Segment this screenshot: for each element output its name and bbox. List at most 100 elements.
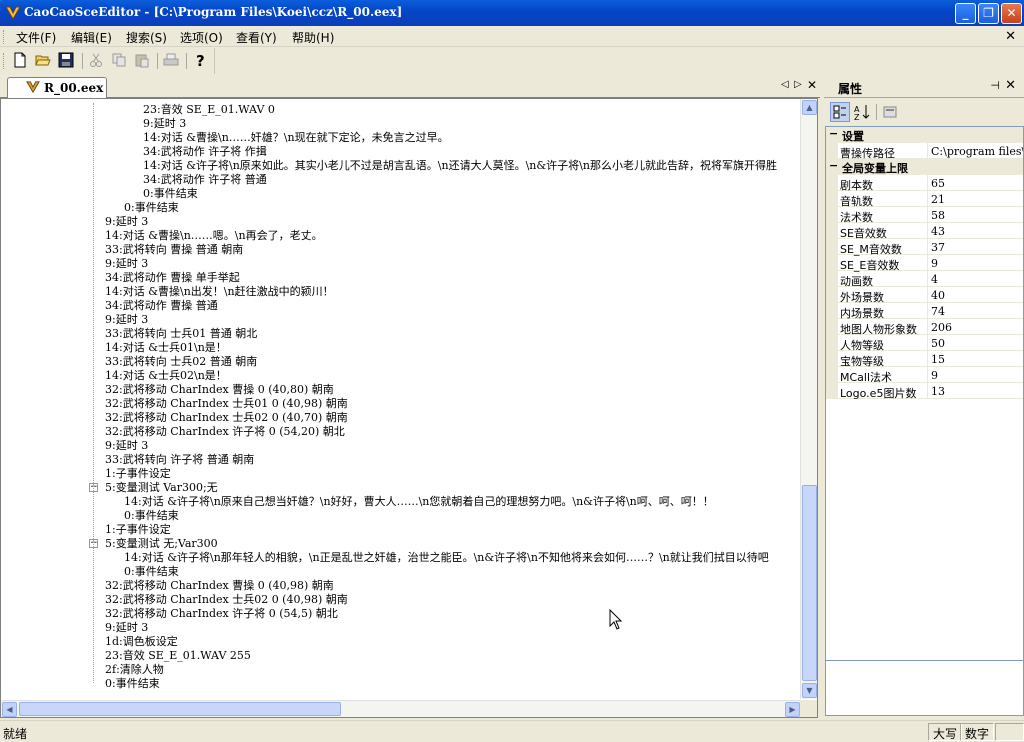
- copy-icon[interactable]: [111, 52, 129, 70]
- horizontal-scroll-thumb[interactable]: [19, 702, 341, 716]
- menu-search[interactable]: 搜索(S): [126, 29, 167, 46]
- tab-close-icon[interactable]: ✕: [807, 78, 817, 92]
- script-tree[interactable]: 23:音效 SE_E_01.WAV 0 9:延时 3 14:对话 &曹操\n……奸雄…: [1, 99, 801, 699]
- script-line[interactable]: 9:延时 3: [105, 621, 148, 635]
- property-row[interactable]: 法术数 58: [826, 207, 1023, 224]
- app-icon[interactable]: [5, 5, 21, 21]
- script-line[interactable]: 32:武将移动 CharIndex 曹操 0 (40,98) 朝南: [105, 579, 334, 593]
- tab-scroll-left-icon[interactable]: ◁: [781, 79, 789, 90]
- scroll-down-icon[interactable]: ▼: [802, 683, 817, 698]
- maximize-button[interactable]: ❐: [978, 3, 999, 24]
- menu-options[interactable]: 选项(O): [180, 29, 223, 46]
- open-folder-icon[interactable]: [35, 52, 53, 70]
- property-section[interactable]: − 设置: [826, 127, 1023, 143]
- script-line[interactable]: 14:对话 &许子将\n原来自己想当奸雄？\n好好，曹大人……\n您就朝着自己的…: [124, 495, 714, 509]
- property-value[interactable]: 65: [927, 175, 1023, 191]
- property-row[interactable]: SE_M音效数 37: [826, 239, 1023, 256]
- property-value[interactable]: 74: [927, 303, 1023, 319]
- property-value[interactable]: 40: [927, 287, 1023, 303]
- script-editor[interactable]: 23:音效 SE_E_01.WAV 0 9:延时 3 14:对话 &曹操\n……奸雄…: [0, 98, 818, 718]
- script-line[interactable]: 1:子事件设定: [105, 467, 171, 481]
- property-value[interactable]: 21: [927, 191, 1023, 207]
- properties-close-icon[interactable]: ✕: [1005, 78, 1016, 93]
- script-line[interactable]: 9:延时 3: [105, 215, 148, 229]
- script-line[interactable]: 1d:调色板设定: [105, 635, 178, 649]
- property-value[interactable]: 43: [927, 223, 1023, 239]
- script-line[interactable]: 32:武将移动 CharIndex 许子将 0 (54,20) 朝北: [105, 425, 345, 439]
- property-value[interactable]: 58: [927, 207, 1023, 223]
- script-line[interactable]: 14:对话 &许子将\n原来如此。其实小老儿不过是胡言乱语。\n还请大人莫怪。\…: [143, 159, 777, 173]
- script-line[interactable]: 34:武将动作 许子将 普通: [143, 173, 267, 187]
- property-row[interactable]: Logo.e5图片数 13: [826, 383, 1023, 400]
- script-line[interactable]: 32:武将移动 CharIndex 士兵01 0 (40,98) 朝南: [105, 397, 348, 411]
- new-file-icon[interactable]: [12, 52, 30, 70]
- property-row[interactable]: SE音效数 43: [826, 223, 1023, 240]
- scroll-up-icon[interactable]: ▲: [802, 100, 817, 115]
- script-line[interactable]: 32:武将移动 CharIndex 许子将 0 (54,5) 朝北: [105, 607, 338, 621]
- menu-view[interactable]: 查看(Y): [236, 29, 277, 46]
- property-row[interactable]: 宝物等级 15: [826, 351, 1023, 368]
- property-value[interactable]: 37: [927, 239, 1023, 255]
- script-line[interactable]: 33:武将转向 士兵01 普通 朝北: [105, 327, 257, 341]
- script-line[interactable]: 0:事件结束: [124, 565, 179, 579]
- script-line[interactable]: 14:对话 &士兵01\n是！: [105, 341, 227, 355]
- script-line[interactable]: 9:延时 3: [105, 257, 148, 271]
- property-row[interactable]: MCall法术 9: [826, 367, 1023, 384]
- script-line[interactable]: 0:事件结束: [105, 677, 160, 691]
- collapse-icon[interactable]: −: [829, 159, 838, 172]
- property-value[interactable]: 206: [927, 319, 1023, 335]
- script-line[interactable]: 34:武将动作 曹操 普通: [105, 299, 218, 313]
- paste-icon[interactable]: [134, 52, 152, 70]
- property-row[interactable]: 音轨数 21: [826, 191, 1023, 208]
- property-value[interactable]: 50: [927, 335, 1023, 351]
- script-line[interactable]: 32:武将移动 CharIndex 士兵02 0 (40,70) 朝南: [105, 411, 348, 425]
- collapse-icon[interactable]: −: [829, 127, 838, 140]
- script-line[interactable]: 14:对话 &许子将\n那年轻人的相貌，\n正是乱世之奸雄，治世之能臣。\n&许…: [124, 551, 769, 565]
- script-line[interactable]: 23:音效 SE_E_01.WAV 255: [105, 649, 251, 663]
- script-line[interactable]: 5:变量测试 无;Var300: [105, 537, 218, 551]
- save-icon[interactable]: [58, 52, 76, 70]
- script-line[interactable]: 14:对话 &曹操\n出发！\n赶往激战中的颍川！: [105, 285, 334, 299]
- menu-grip[interactable]: [3, 30, 6, 44]
- script-line[interactable]: 9:延时 3: [143, 117, 186, 131]
- script-line[interactable]: 0:事件结束: [143, 187, 198, 201]
- pin-icon[interactable]: ⊣: [990, 79, 1000, 92]
- script-line[interactable]: 0:事件结束: [124, 201, 179, 215]
- script-line[interactable]: 34:武将动作 许子将 作揖: [143, 145, 267, 159]
- script-line[interactable]: 14:对话 &曹操\n……嗯。\n再会了，老丈。: [105, 229, 323, 243]
- script-line[interactable]: 23:音效 SE_E_01.WAV 0: [143, 103, 275, 117]
- menu-file[interactable]: 文件(F): [16, 29, 56, 46]
- script-line[interactable]: 0:事件结束: [124, 509, 179, 523]
- script-line[interactable]: 14:对话 &士兵02\n是！: [105, 369, 227, 383]
- property-row[interactable]: 地图人物形象数 206: [826, 319, 1023, 336]
- alphabetical-icon[interactable]: AZ: [852, 102, 872, 122]
- script-line[interactable]: 1:子事件设定: [105, 523, 171, 537]
- help-icon[interactable]: ?: [192, 52, 210, 70]
- property-row[interactable]: 内场景数 74: [826, 303, 1023, 320]
- property-row[interactable]: 曹操传路径C:\program files\koei\ccz: [826, 143, 1023, 160]
- menu-edit[interactable]: 编辑(E): [71, 29, 112, 46]
- property-row[interactable]: 动画数 4: [826, 271, 1023, 288]
- script-line[interactable]: 2f:清除人物: [105, 663, 164, 677]
- script-line[interactable]: 9:延时 3: [105, 439, 148, 453]
- horizontal-scrollbar[interactable]: ◀ ▶: [1, 700, 801, 717]
- property-value[interactable]: C:\program files\koei\ccz: [927, 143, 1023, 159]
- script-line[interactable]: 32:武将移动 CharIndex 曹操 0 (40,80) 朝南: [105, 383, 334, 397]
- property-value[interactable]: 4: [927, 271, 1023, 287]
- property-value[interactable]: 9: [927, 255, 1023, 271]
- property-pages-icon[interactable]: [880, 102, 900, 122]
- property-row[interactable]: 人物等级 50: [826, 335, 1023, 352]
- script-line[interactable]: 33:武将转向 许子将 普通 朝南: [105, 453, 254, 467]
- script-line[interactable]: 32:武将移动 CharIndex 士兵02 0 (40,98) 朝南: [105, 593, 348, 607]
- categorized-icon[interactable]: [830, 102, 850, 122]
- property-value[interactable]: 9: [927, 367, 1023, 383]
- script-line[interactable]: 33:武将转向 士兵02 普通 朝南: [105, 355, 257, 369]
- property-section[interactable]: − 全局变量上限: [826, 159, 1023, 175]
- property-value[interactable]: 13: [927, 383, 1023, 399]
- script-line[interactable]: 34:武将动作 曹操 单手举起: [105, 271, 240, 285]
- scroll-right-icon[interactable]: ▶: [785, 702, 800, 717]
- property-grid[interactable]: −设置曹操传路径C:\program files\koei\ccz−全局变量上限…: [825, 126, 1024, 709]
- tab-r00-eex[interactable]: R_00.eex: [7, 77, 107, 98]
- cut-icon[interactable]: [88, 52, 106, 70]
- mdi-close-icon[interactable]: ✕: [1005, 29, 1016, 44]
